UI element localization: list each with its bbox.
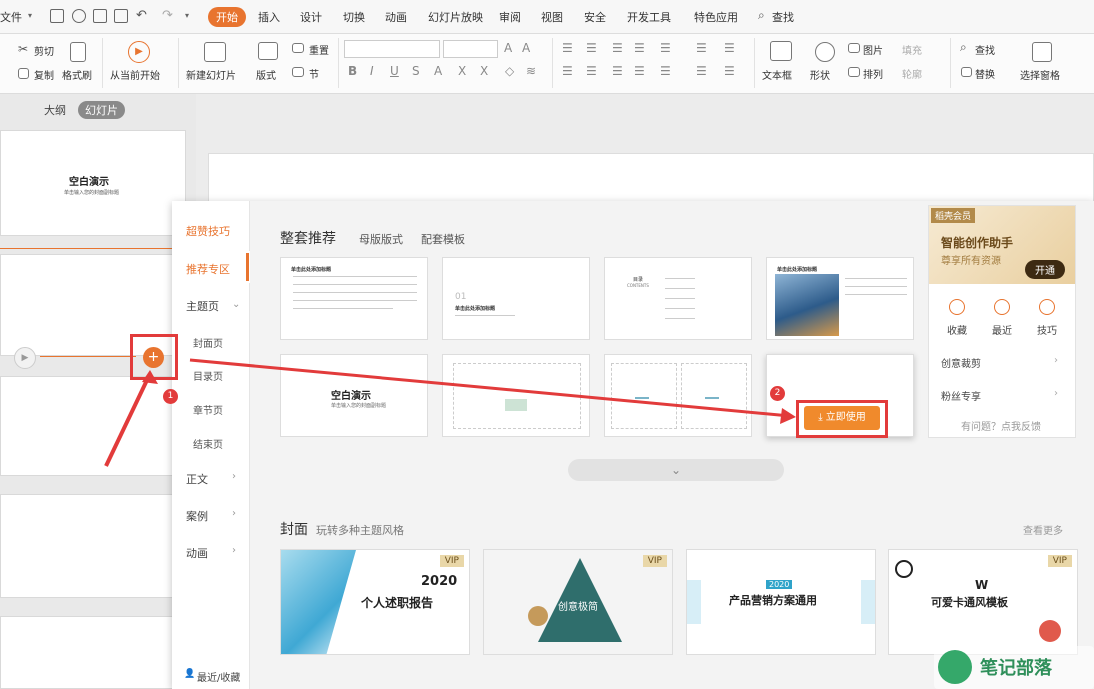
arrowhead	[780, 408, 796, 424]
arrowhead	[142, 370, 158, 384]
watermark-text: 笔记部落	[980, 658, 1052, 679]
leaf-icon	[938, 650, 972, 684]
watermark-logo: 笔记部落	[934, 646, 1094, 689]
arrow-line	[189, 358, 791, 418]
arrow-line	[104, 377, 150, 467]
annotation-arrows	[104, 358, 796, 467]
